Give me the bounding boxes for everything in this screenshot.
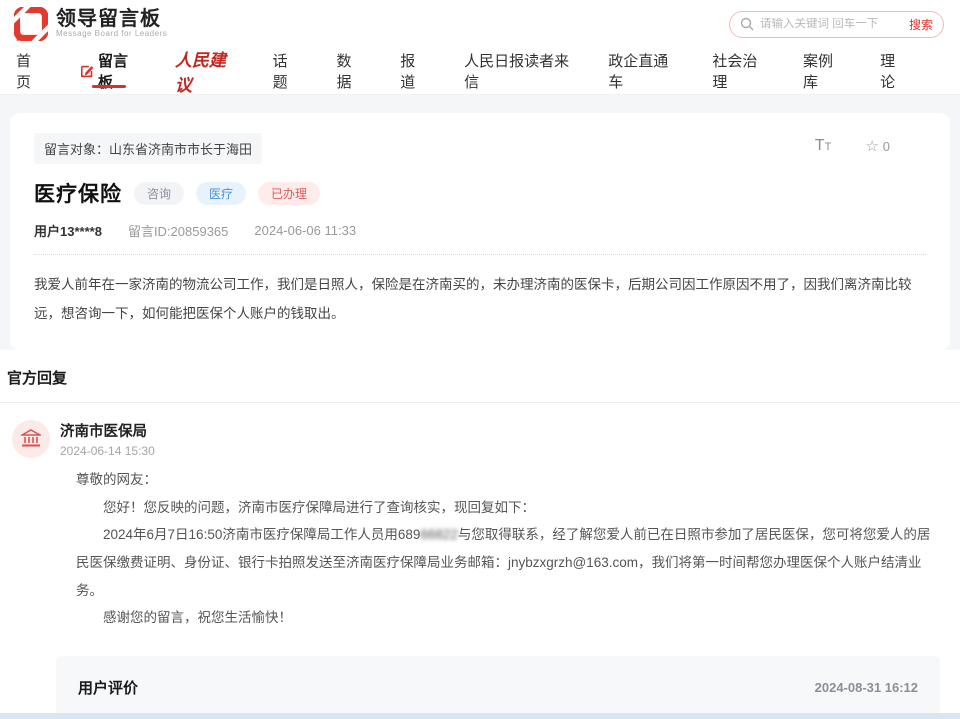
footer-strip <box>0 713 960 719</box>
nav-item-gov-enterprise-express[interactable]: 政企直通车 <box>608 48 675 94</box>
official-reply-heading: 官方回复 <box>0 367 960 388</box>
search-button[interactable]: 搜索 <box>909 16 933 33</box>
message-body: 我爱人前年在一家济南的物流公司工作，我们是日照人，保险是在济南买的，未办理济南的… <box>34 270 926 328</box>
message-id: 留言ID:20859365 <box>128 221 228 240</box>
tag-badge-handled: 已办理 <box>258 182 320 205</box>
pencil-edit-icon <box>80 63 94 79</box>
logo-subtitle: Message Board for Leaders <box>56 30 167 38</box>
nav-item-home[interactable]: 首页 <box>16 48 43 94</box>
search-icon <box>740 17 754 31</box>
search-box[interactable]: 搜索 <box>729 11 944 38</box>
star-outline-icon: ☆ <box>865 137 878 155</box>
favorite-button[interactable]: ☆ 0 <box>865 137 890 155</box>
nav-item-reports[interactable]: 报道 <box>400 48 427 94</box>
nav-item-theory[interactable]: 理论 <box>880 48 907 94</box>
nav-item-case-library[interactable]: 案例库 <box>803 48 843 94</box>
nav-item-message-board[interactable]: 留言板 <box>80 48 138 94</box>
logo-icon <box>14 7 48 41</box>
reply-paragraph: 2024年6月7日16:50济南市医疗保障局工作人员用68966822与您取得联… <box>76 521 934 604</box>
message-card-wrapper: 留言对象：山东省济南市市长于海田 TT ☆ 0 医疗保险 咨询 医疗 已办理 用… <box>0 95 960 350</box>
nav-item-social-governance[interactable]: 社会治理 <box>712 48 766 94</box>
evaluation-date: 2024-08-31 16:12 <box>815 680 918 695</box>
government-building-icon <box>21 429 41 449</box>
tag-badge-consult: 咨询 <box>134 182 184 205</box>
site-logo[interactable]: 领导留言板 Message Board for Leaders <box>14 7 167 41</box>
official-reply-section: 官方回复 济南市医保局 2024-06-14 15:30 尊敬的网友： 您好！您… <box>0 350 960 719</box>
reply-paragraph: 感谢您的留言，祝您生活愉快！ <box>76 604 934 632</box>
main-nav: 首页 留言板 人民建议 话题 数据 报道 人民日报读者来信 政企直通车 社会治理… <box>0 48 960 95</box>
user-evaluation-card: 用户评价 2024-08-31 16:12 满意 解决力度： ★★★★★ 沟通态… <box>56 656 940 719</box>
reply-paragraph: 尊敬的网友： <box>76 466 934 494</box>
evaluation-title: 用户评价 <box>78 677 138 698</box>
message-date: 2024-06-06 11:33 <box>254 223 356 238</box>
tag-badge-medical: 医疗 <box>196 182 246 205</box>
message-target-chip: 留言对象：山东省济南市市长于海田 <box>34 133 262 164</box>
site-header: 领导留言板 Message Board for Leaders 搜索 <box>0 0 960 48</box>
font-size-icon[interactable]: TT <box>815 137 832 155</box>
logo-title: 领导留言板 <box>56 9 167 30</box>
redacted-phone-number: 66822 <box>420 527 458 542</box>
message-card: 留言对象：山东省济南市市长于海田 TT ☆ 0 医疗保险 咨询 医疗 已办理 用… <box>10 113 950 350</box>
nav-item-data[interactable]: 数据 <box>336 48 363 94</box>
reply-body: 尊敬的网友： 您好！您反映的问题，济南市医疗保障局进行了查询核实，现回复如下： … <box>76 466 934 632</box>
nav-item-readers-letters[interactable]: 人民日报读者来信 <box>464 48 571 94</box>
agency-name: 济南市医保局 <box>60 420 155 441</box>
divider <box>0 402 960 403</box>
agency-avatar <box>12 420 50 458</box>
reply-paragraph: 您好！您反映的问题，济南市医疗保障局进行了查询核实，现回复如下： <box>76 494 934 522</box>
message-title: 医疗保险 <box>34 178 122 208</box>
reply-date: 2024-06-14 15:30 <box>60 444 155 458</box>
search-input[interactable] <box>760 18 909 30</box>
message-user: 用户13****8 <box>34 221 102 240</box>
nav-item-peoples-suggestions[interactable]: 人民建议 <box>175 48 236 94</box>
nav-item-topics[interactable]: 话题 <box>273 48 300 94</box>
favorite-count: 0 <box>883 139 890 154</box>
